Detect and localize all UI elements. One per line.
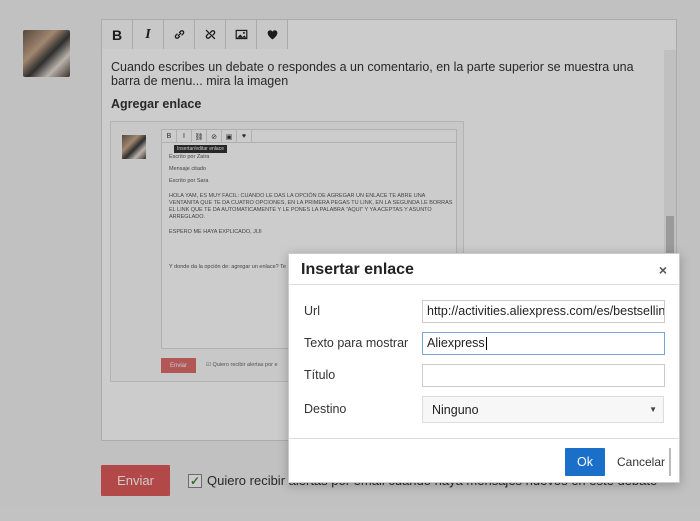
dialog-header-divider bbox=[289, 284, 679, 285]
cancel-button[interactable]: Cancelar bbox=[613, 448, 671, 476]
close-icon[interactable]: × bbox=[659, 262, 667, 278]
target-select[interactable]: Ninguno ▼ bbox=[422, 396, 664, 423]
target-select-value: Ninguno bbox=[432, 403, 479, 417]
display-text-input[interactable]: Aliexpress bbox=[422, 332, 665, 355]
dialog-footer-divider bbox=[289, 438, 679, 439]
display-text-label: Texto para mostrar bbox=[304, 336, 409, 350]
dialog-title: Insertar enlace bbox=[301, 261, 414, 278]
display-text-value: Aliexpress bbox=[427, 336, 485, 350]
target-label: Destino bbox=[304, 402, 347, 416]
insert-link-dialog: Insertar enlace × Url http://activities.… bbox=[288, 253, 680, 483]
ok-button[interactable]: Ok bbox=[565, 448, 605, 476]
title-input[interactable] bbox=[422, 364, 665, 387]
chevron-down-icon: ▼ bbox=[649, 405, 657, 414]
title-label: Título bbox=[304, 368, 336, 382]
url-input[interactable]: http://activities.aliexpress.com/es/best… bbox=[422, 300, 665, 323]
text-caret bbox=[485, 337, 487, 351]
url-label: Url bbox=[304, 304, 320, 318]
